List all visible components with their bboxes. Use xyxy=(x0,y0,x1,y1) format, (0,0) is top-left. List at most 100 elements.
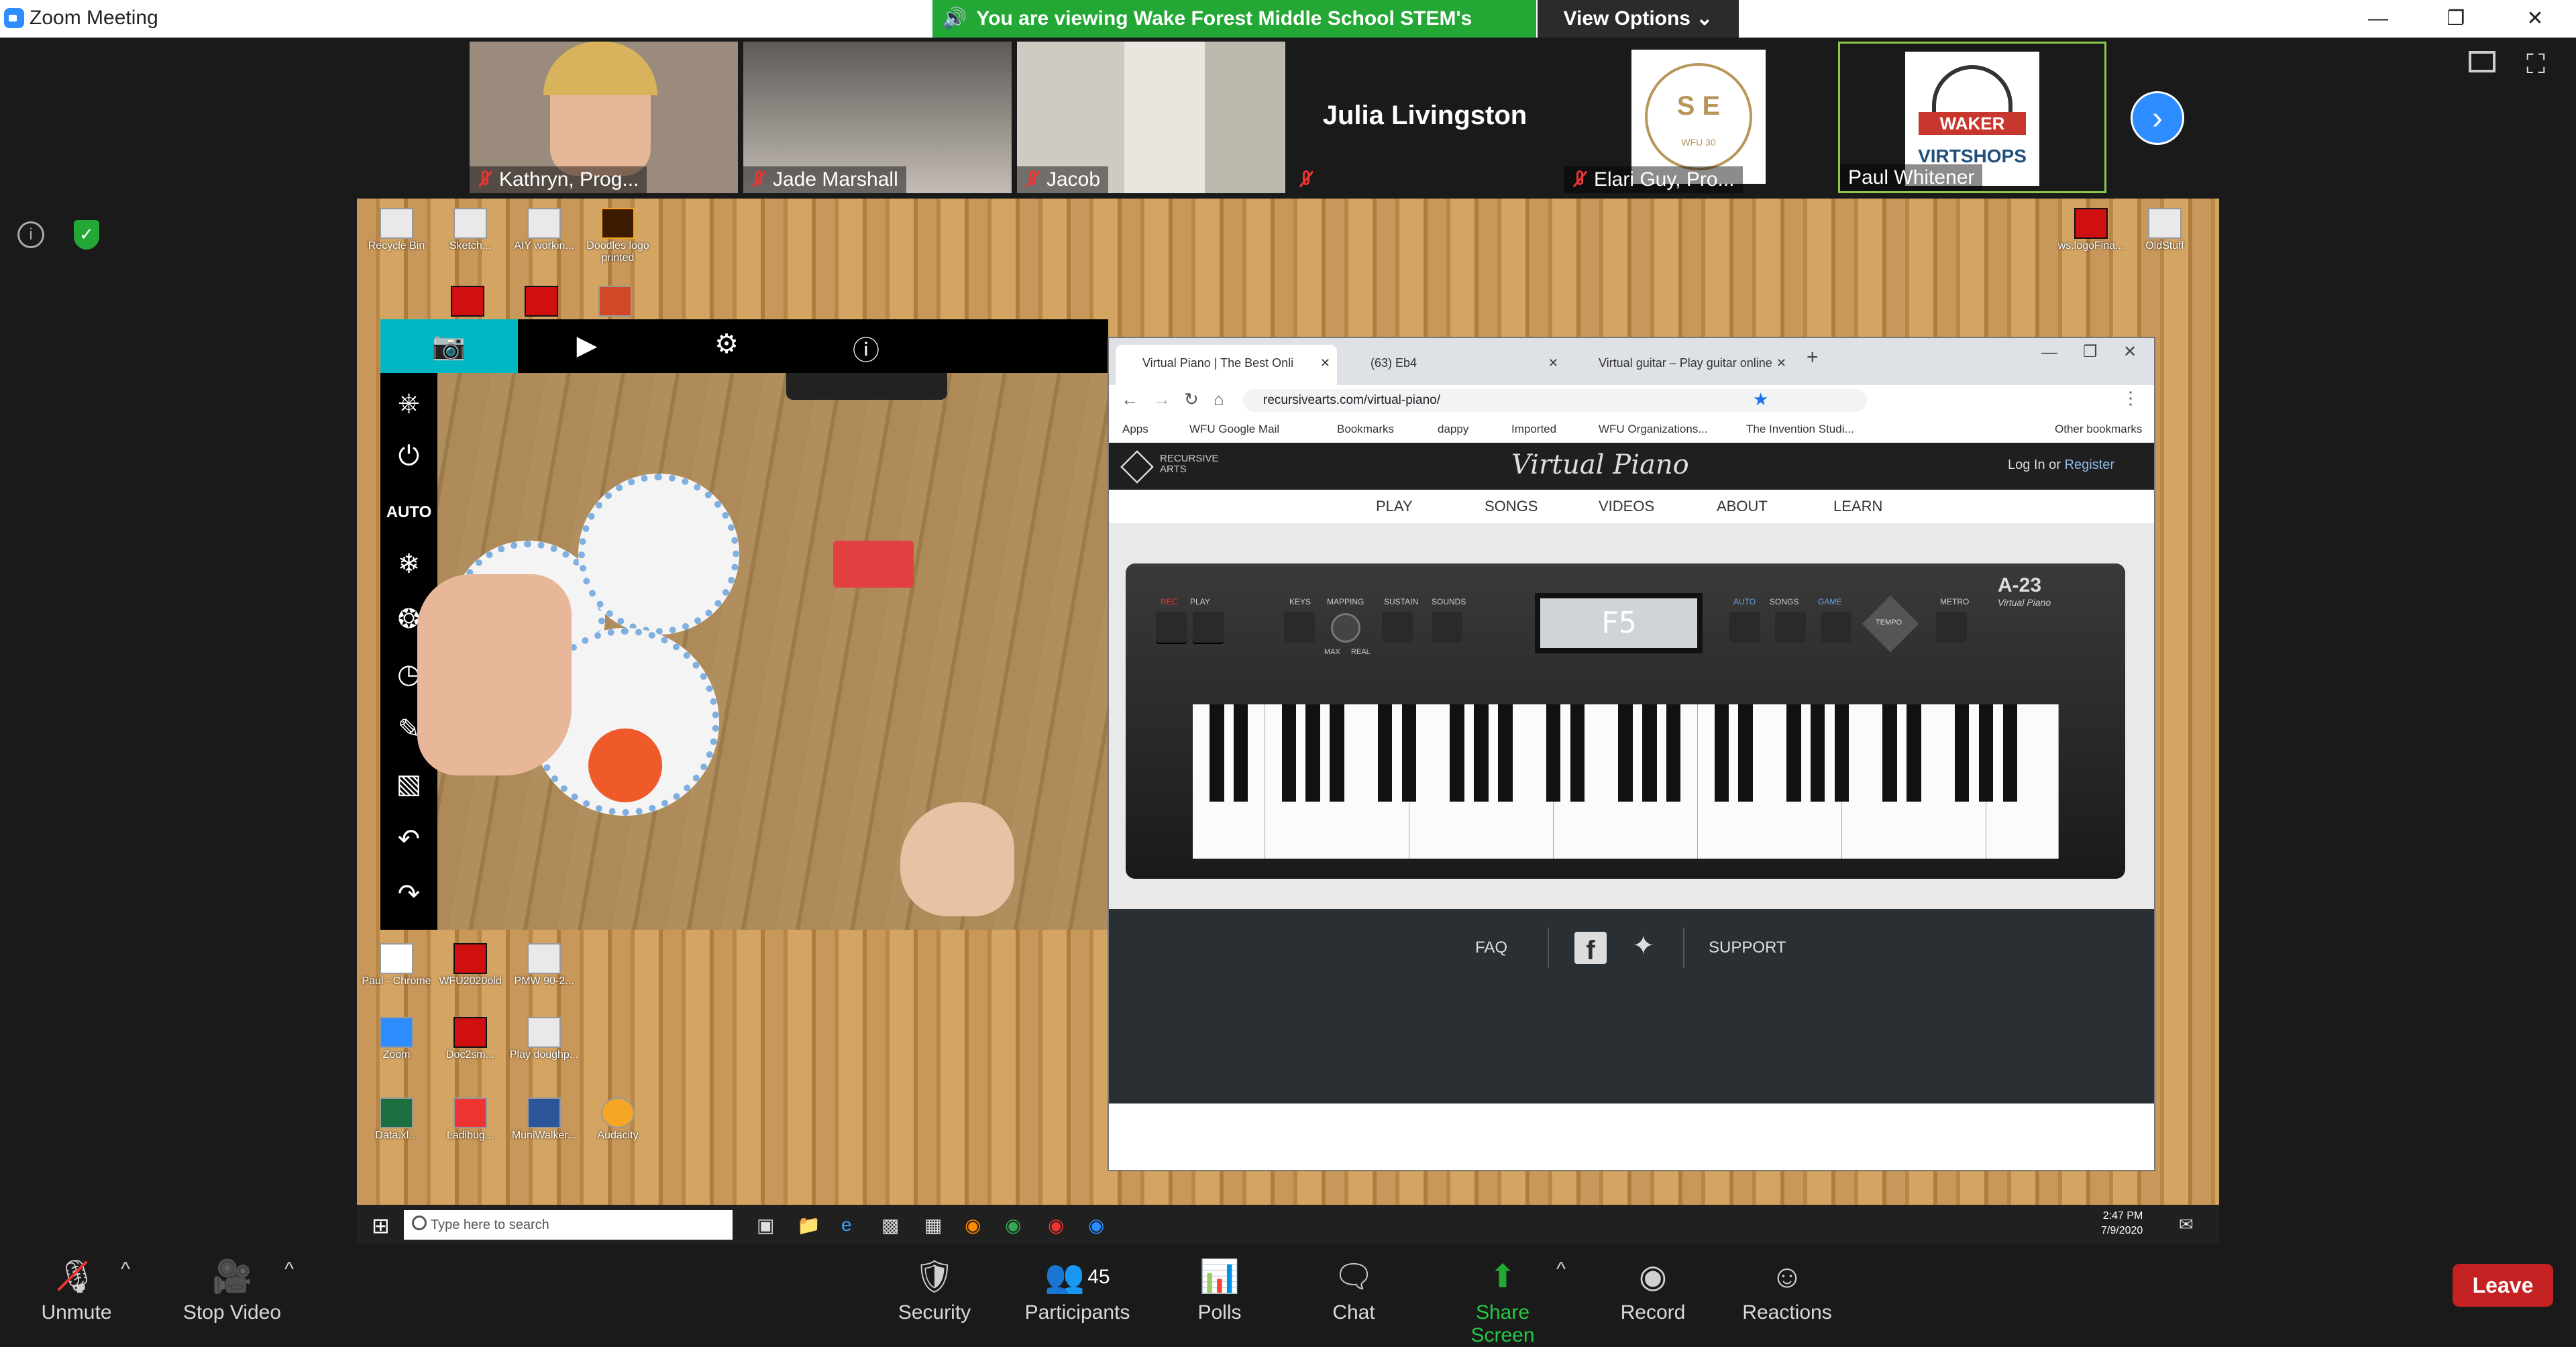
facebook-icon[interactable]: f xyxy=(1574,932,1607,965)
info-icon[interactable]: ⓘ xyxy=(839,329,893,368)
chat-button[interactable]: 🗨 Chat xyxy=(1293,1245,1414,1334)
calculator-icon[interactable]: ▦ xyxy=(924,1214,942,1236)
close-button[interactable]: ✕ xyxy=(2505,0,2565,38)
settings-gear-icon[interactable]: ⚙ xyxy=(700,329,753,360)
audacity-icon[interactable] xyxy=(601,1097,635,1128)
black-key[interactable] xyxy=(1834,704,1849,802)
redo-icon[interactable]: ↷ xyxy=(380,879,437,910)
taskbar-search-box[interactable]: Type here to search xyxy=(404,1210,733,1240)
rec-button[interactable] xyxy=(1156,612,1187,643)
browser-tab[interactable]: Virtual guitar – Play guitar online ✕ xyxy=(1572,345,1793,385)
browser-tab-active[interactable]: Virtual Piano | The Best Onli ✕ xyxy=(1116,345,1337,385)
black-key[interactable] xyxy=(1233,704,1248,802)
zoom-taskbar-icon[interactable]: ◉ xyxy=(1088,1214,1104,1236)
songs-button[interactable] xyxy=(1775,612,1806,643)
nav-play[interactable]: PLAY xyxy=(1376,498,1413,515)
black-key[interactable] xyxy=(1570,704,1585,802)
home-icon[interactable]: ⌂ xyxy=(1214,389,1224,410)
red-folder-icon[interactable] xyxy=(453,1017,487,1048)
reactions-button[interactable]: ☺ Reactions xyxy=(1727,1245,1847,1334)
bookmark-apps[interactable]: Apps xyxy=(1122,423,1148,436)
black-key[interactable] xyxy=(1281,704,1297,802)
address-bar[interactable]: recursivearts.com/virtual-piano/ xyxy=(1243,389,1867,412)
nav-about[interactable]: ABOUT xyxy=(1717,498,1768,515)
taskbar-clock[interactable]: 2:47 PM 7/9/2020 xyxy=(2101,1209,2143,1238)
mapping-knob[interactable] xyxy=(1331,613,1360,643)
gallery-layout-icon[interactable] xyxy=(2469,51,2496,72)
participants-button[interactable]: 👥 45 Participants xyxy=(1017,1245,1138,1334)
browser-close-button[interactable]: ✕ xyxy=(2123,342,2137,362)
participant-tile[interactable]: Julia Livingston xyxy=(1291,42,1559,193)
red-folder-icon[interactable] xyxy=(525,286,558,317)
browser-minimize-button[interactable]: — xyxy=(2041,343,2057,362)
black-key[interactable] xyxy=(1474,704,1489,802)
faq-link[interactable]: FAQ xyxy=(1475,938,1507,957)
white-key[interactable] xyxy=(2034,704,2059,859)
black-key[interactable] xyxy=(1954,704,1970,802)
share-options-caret[interactable]: ^ xyxy=(1556,1258,1566,1281)
windows-start-icon[interactable]: ⊞ xyxy=(372,1213,390,1238)
audio-options-caret[interactable]: ^ xyxy=(121,1258,130,1281)
black-key[interactable] xyxy=(1498,704,1513,802)
browser-menu-icon[interactable]: ⋮ xyxy=(2122,388,2139,409)
black-key[interactable] xyxy=(1714,704,1729,802)
forward-icon[interactable]: → xyxy=(1153,389,1171,410)
black-key[interactable] xyxy=(1882,704,1897,802)
leave-meeting-button[interactable]: Leave xyxy=(2453,1264,2553,1307)
chrome-icon[interactable] xyxy=(380,943,413,974)
powerpoint-file-icon[interactable] xyxy=(598,286,632,317)
new-tab-button[interactable]: + xyxy=(1807,346,1819,369)
bookmark-wfu-mail[interactable]: WFU Google Mail xyxy=(1189,423,1279,436)
black-key[interactable] xyxy=(1618,704,1633,802)
black-key[interactable] xyxy=(1401,704,1417,802)
black-key[interactable] xyxy=(2002,704,2018,802)
black-key[interactable] xyxy=(1666,704,1681,802)
video-mode-icon[interactable]: ▶ xyxy=(560,330,614,361)
black-key[interactable] xyxy=(1810,704,1825,802)
back-icon[interactable]: ← xyxy=(1121,389,1138,410)
document-icon[interactable] xyxy=(527,208,561,239)
ladibug-taskbar-icon[interactable]: ◉ xyxy=(1048,1214,1064,1236)
black-key[interactable] xyxy=(1210,704,1224,802)
zoom-app-icon[interactable] xyxy=(380,1017,413,1048)
red-folder-icon[interactable] xyxy=(2074,208,2108,239)
edge-icon[interactable]: e xyxy=(841,1214,852,1236)
undo-icon[interactable]: ↶ xyxy=(380,824,437,855)
participant-tile-active-speaker[interactable]: WAKER VIRTSHOPS Paul Whitener xyxy=(1838,42,2106,193)
browser-restore-button[interactable]: ❐ xyxy=(2083,342,2098,362)
red-folder-icon[interactable] xyxy=(453,943,487,974)
keys-button[interactable] xyxy=(1284,612,1315,643)
bookmark-wfu-orgs[interactable]: WFU Organizations... xyxy=(1599,423,1708,436)
document-icon[interactable] xyxy=(527,943,561,974)
close-tab-icon[interactable]: ✕ xyxy=(1548,345,1558,381)
document-icon[interactable] xyxy=(2148,208,2182,239)
participant-tile[interactable]: S E WFU 30 Elari Guy, Pro... xyxy=(1564,42,1833,193)
stop-video-button[interactable]: 🎥 Stop Video xyxy=(172,1245,292,1334)
document-camera-icon[interactable]: ⎈ xyxy=(380,388,437,418)
register-link[interactable]: Register xyxy=(2065,457,2114,472)
piano-keyboard[interactable] xyxy=(1193,704,2059,859)
black-key[interactable] xyxy=(1546,704,1561,802)
bookmark-star-icon[interactable]: ★ xyxy=(1753,389,1768,410)
illustrator-file-icon[interactable] xyxy=(601,208,635,239)
photo-mode-tab[interactable]: 📷 xyxy=(380,319,518,373)
black-key[interactable] xyxy=(1305,704,1320,802)
minimize-button[interactable]: — xyxy=(2348,0,2408,38)
auto-focus-button[interactable]: AUTO xyxy=(380,503,437,522)
twitter-icon[interactable]: ✦ xyxy=(1632,930,1655,961)
participant-tile[interactable]: Jade Marshall xyxy=(743,42,1012,193)
black-key[interactable] xyxy=(1330,704,1344,802)
excel-file-icon[interactable] xyxy=(380,1097,413,1128)
login-link[interactable]: Log In xyxy=(2008,457,2045,472)
erase-icon[interactable]: ▧ xyxy=(380,769,437,800)
black-key[interactable] xyxy=(1642,704,1657,802)
freeze-icon[interactable]: ❄ xyxy=(380,549,437,580)
black-key[interactable] xyxy=(1450,704,1464,802)
red-folder-icon[interactable] xyxy=(451,286,484,317)
participant-tile[interactable]: Kathryn, Prog... xyxy=(470,42,738,193)
chrome-taskbar-icon[interactable]: ◉ xyxy=(1005,1214,1021,1236)
bookmark-folder[interactable]: Bookmarks xyxy=(1337,423,1394,436)
sketch-file-icon[interactable] xyxy=(453,208,487,239)
ladibug-icon[interactable] xyxy=(453,1097,487,1128)
meeting-info-icon[interactable]: i xyxy=(17,221,44,248)
